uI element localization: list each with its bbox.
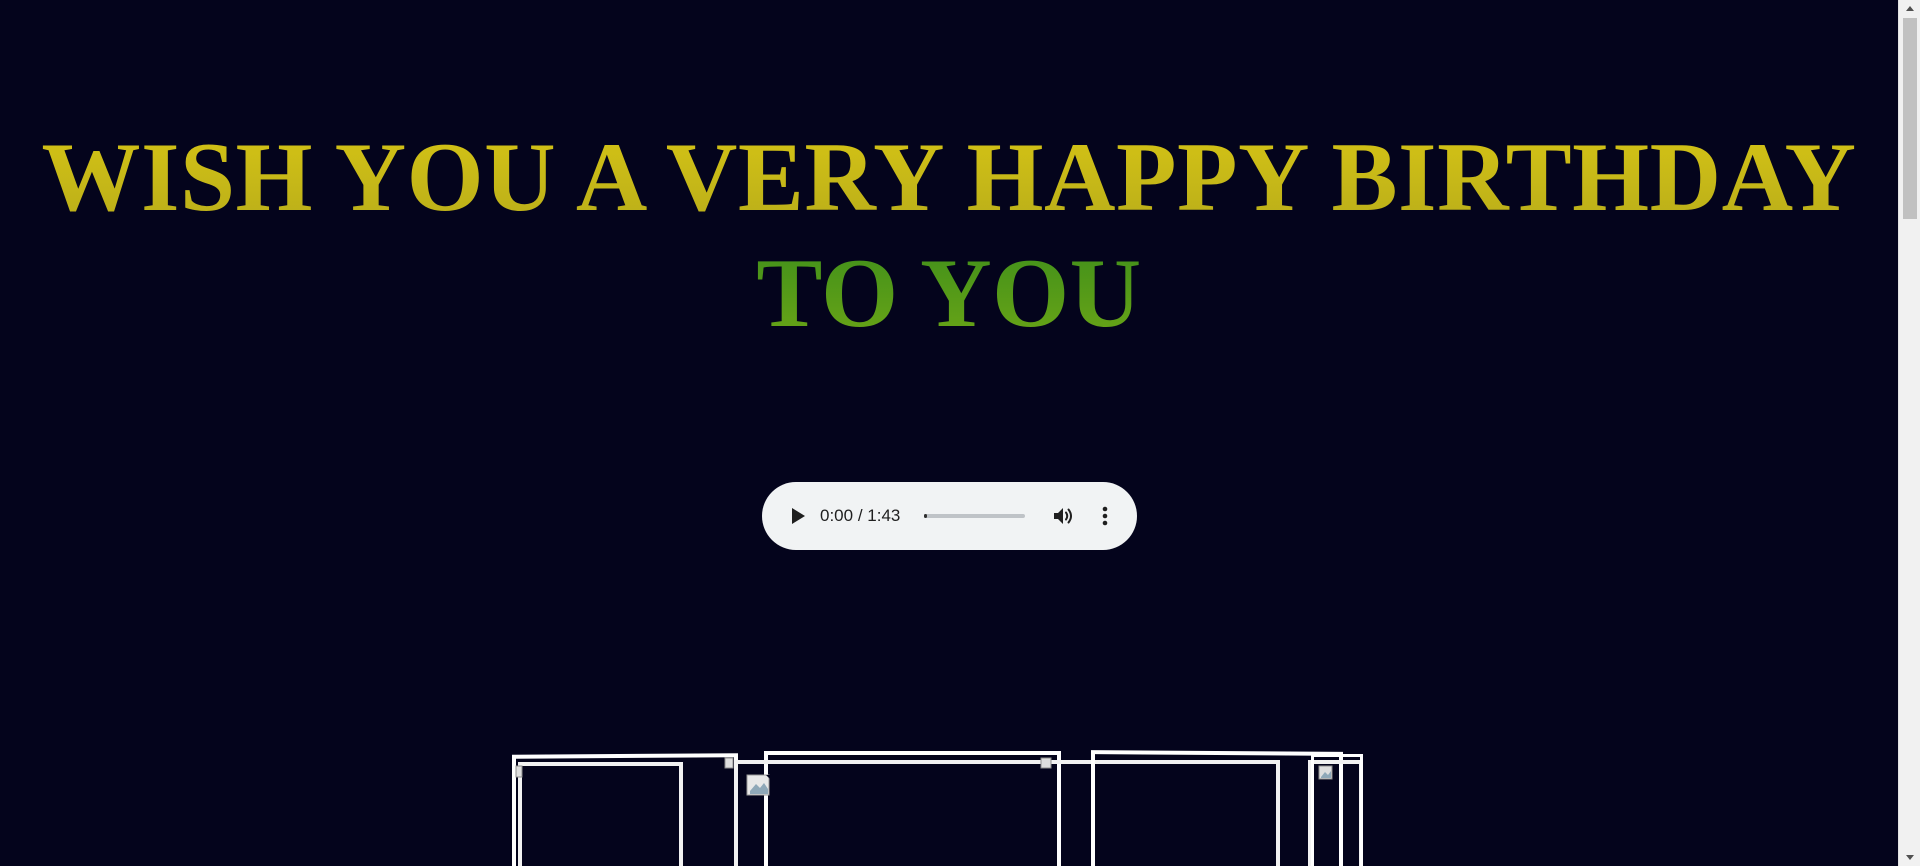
scroll-up-arrow-icon xyxy=(1905,6,1914,11)
volume-icon xyxy=(1054,508,1072,524)
more-vertical-icon xyxy=(1102,506,1108,526)
scroll-up-button[interactable] xyxy=(1899,0,1920,17)
more-options-button[interactable] xyxy=(1091,502,1119,530)
broken-image-icon xyxy=(746,774,775,796)
birthday-page: WISH YOU A VERY HAPPY BIRTHDAY TO YOU 0:… xyxy=(0,0,1920,866)
photo-frame-1-inner xyxy=(518,762,683,866)
heading-line-2: TO YOU xyxy=(0,236,1898,352)
birthday-heading: WISH YOU A VERY HAPPY BIRTHDAY TO YOU xyxy=(0,120,1898,352)
audio-player[interactable]: 0:00 / 1:43 xyxy=(762,482,1137,550)
vertical-scrollbar[interactable] xyxy=(1898,0,1920,866)
duration: 1:43 xyxy=(867,506,901,525)
heading-line-1: WISH YOU A VERY HAPPY BIRTHDAY xyxy=(0,120,1898,236)
broken-image-icon xyxy=(1040,757,1052,769)
volume-button[interactable] xyxy=(1050,502,1078,530)
current-time: 0:00 xyxy=(820,506,854,525)
play-icon xyxy=(792,508,805,524)
time-separator: / xyxy=(857,506,863,525)
photo-gallery xyxy=(0,740,1898,866)
seek-bar-fill xyxy=(924,514,927,518)
time-display: 0:00 / 1:43 xyxy=(820,505,900,527)
photo-frame-3 xyxy=(1091,750,1343,866)
scroll-down-button[interactable] xyxy=(1899,849,1920,866)
broken-image-icon xyxy=(724,757,734,769)
scroll-down-arrow-icon xyxy=(1905,855,1914,860)
scroll-thumb[interactable] xyxy=(1903,18,1917,219)
broken-image-icon xyxy=(1318,765,1333,780)
play-button[interactable] xyxy=(784,502,812,530)
broken-image-icon xyxy=(515,765,523,778)
seek-bar[interactable] xyxy=(924,514,1025,518)
